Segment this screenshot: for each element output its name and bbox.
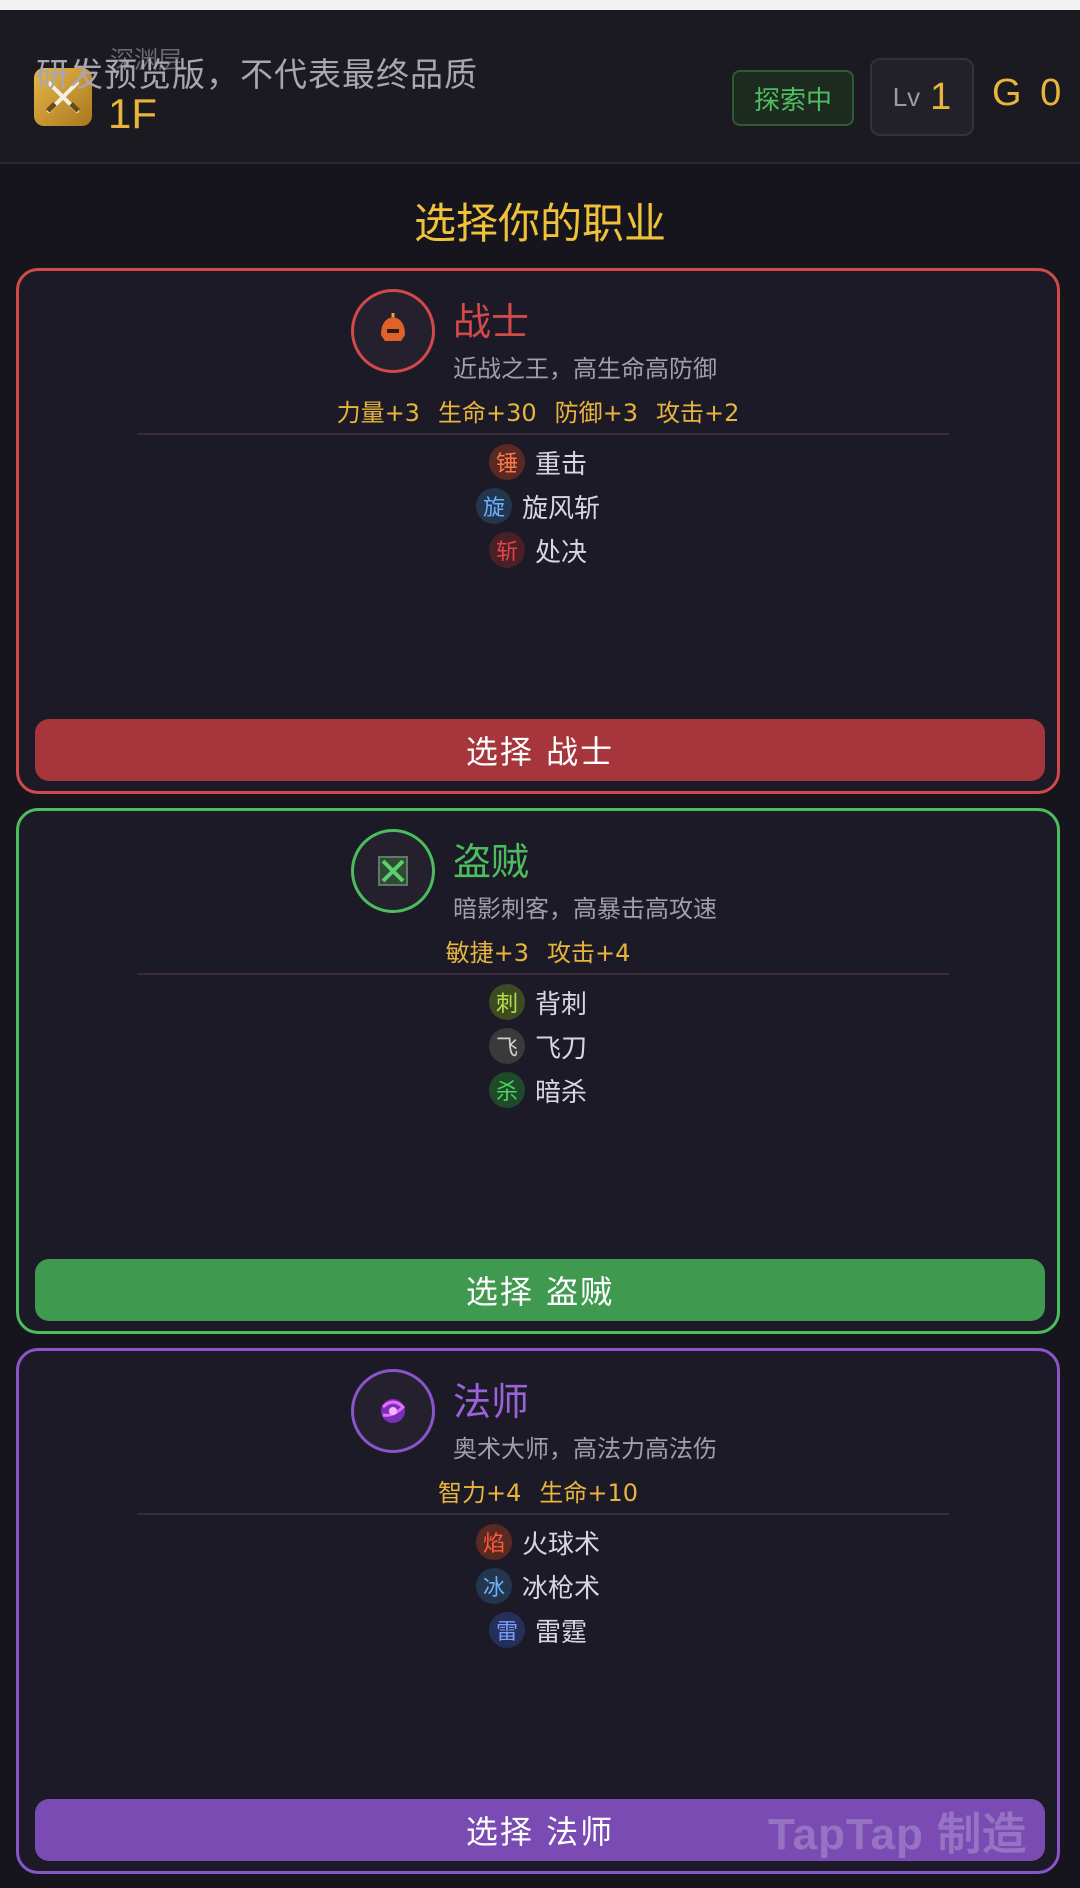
skill-badge: 刺	[488, 984, 525, 1020]
skill-list: 焰 火球术 冰 冰枪术 雷 雷霆	[19, 1523, 1057, 1649]
gold-counter: G 0	[992, 72, 1066, 114]
class-name: 法师	[453, 1380, 530, 1424]
skill-badge: 飞	[488, 1028, 525, 1064]
class-description: 近战之王，高生命高防御	[453, 355, 717, 383]
class-name: 战士	[453, 300, 530, 344]
select-warrior-button[interactable]: 选择 战士	[35, 719, 1045, 781]
skill-name: 处决	[534, 537, 587, 568]
stat-bonus: 防御+3	[554, 399, 639, 427]
floor-value: 1F	[108, 90, 158, 137]
skill-item: 刺 背刺	[488, 983, 587, 1021]
skill-item: 旋 旋风斩	[475, 487, 600, 525]
top-header: 研发预览版，不代表最终品质 深渊层 1F 探索中 Lv 1 G 0	[0, 10, 1080, 164]
skill-name: 背刺	[534, 989, 587, 1020]
divider	[137, 433, 949, 435]
skill-badge: 杀	[488, 1072, 525, 1108]
level-label: Lv	[892, 81, 921, 112]
skill-badge: 雷	[488, 1612, 525, 1648]
class-description: 奥术大师，高法力高法伤	[453, 1435, 717, 1463]
skill-list: 刺 背刺 飞 飞刀 杀 暗杀	[19, 983, 1057, 1109]
skill-item: 锤 重击	[488, 443, 587, 481]
divider	[137, 1513, 949, 1515]
skill-name: 旋风斩	[521, 493, 600, 524]
skill-badge: 斩	[488, 532, 525, 568]
stat-bonus: 智力+4	[437, 1479, 522, 1507]
class-card-rogue: 盗贼 暗影刺客，高暴击高攻速 敏捷+3 攻击+4 刺 背刺 飞 飞刀 杀 暗杀 …	[16, 808, 1060, 1334]
class-stats: 敏捷+3 攻击+4	[19, 933, 1057, 968]
system-status-strip	[0, 0, 1080, 10]
skill-item: 冰 冰枪术	[475, 1567, 600, 1605]
class-stats: 力量+3 生命+30 防御+3 攻击+2	[19, 393, 1057, 428]
level-indicator: Lv 1	[870, 58, 974, 136]
skill-item: 焰 火球术	[475, 1523, 600, 1561]
skill-item: 飞 飞刀	[488, 1027, 587, 1065]
skill-name: 雷霆	[534, 1617, 587, 1648]
skill-item: 斩 处决	[488, 531, 587, 569]
crossed-daggers-icon	[351, 829, 435, 913]
class-name: 盗贼	[453, 840, 530, 884]
class-description: 暗影刺客，高暴击高攻速	[453, 895, 717, 923]
stat-bonus: 攻击+4	[547, 939, 631, 967]
page-title: 选择你的职业	[413, 199, 666, 248]
stat-bonus: 生命+30	[437, 399, 537, 427]
skill-item: 雷 雷霆	[488, 1611, 587, 1649]
skill-badge: 旋	[475, 488, 512, 524]
taptap-watermark: TapTap 制造	[768, 1810, 1028, 1859]
skill-name: 飞刀	[534, 1033, 587, 1064]
arcane-orb-icon	[351, 1369, 435, 1453]
skill-list: 锤 重击 旋 旋风斩 斩 处决	[19, 443, 1057, 569]
class-card-warrior: 战士 近战之王，高生命高防御 力量+3 生命+30 防御+3 攻击+2 锤 重击…	[16, 268, 1060, 794]
skill-item: 杀 暗杀	[488, 1071, 587, 1109]
exploring-status-badge: 探索中	[732, 70, 854, 126]
skill-name: 冰枪术	[521, 1573, 600, 1604]
stat-bonus: 敏捷+3	[445, 939, 529, 967]
select-rogue-button[interactable]: 选择 盗贼	[35, 1259, 1045, 1321]
class-stats: 智力+4 生命+10	[19, 1473, 1057, 1508]
skill-name: 暗杀	[534, 1077, 587, 1108]
warrior-helmet-icon	[351, 289, 435, 373]
class-card-mage: 法师 奥术大师，高法力高法伤 智力+4 生命+10 焰 火球术 冰 冰枪术 雷 …	[16, 1348, 1060, 1874]
level-value: 1	[930, 75, 952, 118]
divider	[137, 973, 949, 975]
stat-bonus: 生命+10	[539, 1479, 639, 1507]
skill-badge: 冰	[475, 1568, 512, 1604]
skill-name: 火球术	[521, 1529, 600, 1560]
skill-name: 重击	[534, 449, 587, 480]
skill-badge: 焰	[475, 1524, 512, 1560]
skill-badge: 锤	[488, 444, 525, 480]
dev-preview-banner: 研发预览版，不代表最终品质	[36, 55, 478, 94]
stat-bonus: 攻击+2	[656, 399, 740, 427]
stat-bonus: 力量+3	[336, 399, 420, 427]
